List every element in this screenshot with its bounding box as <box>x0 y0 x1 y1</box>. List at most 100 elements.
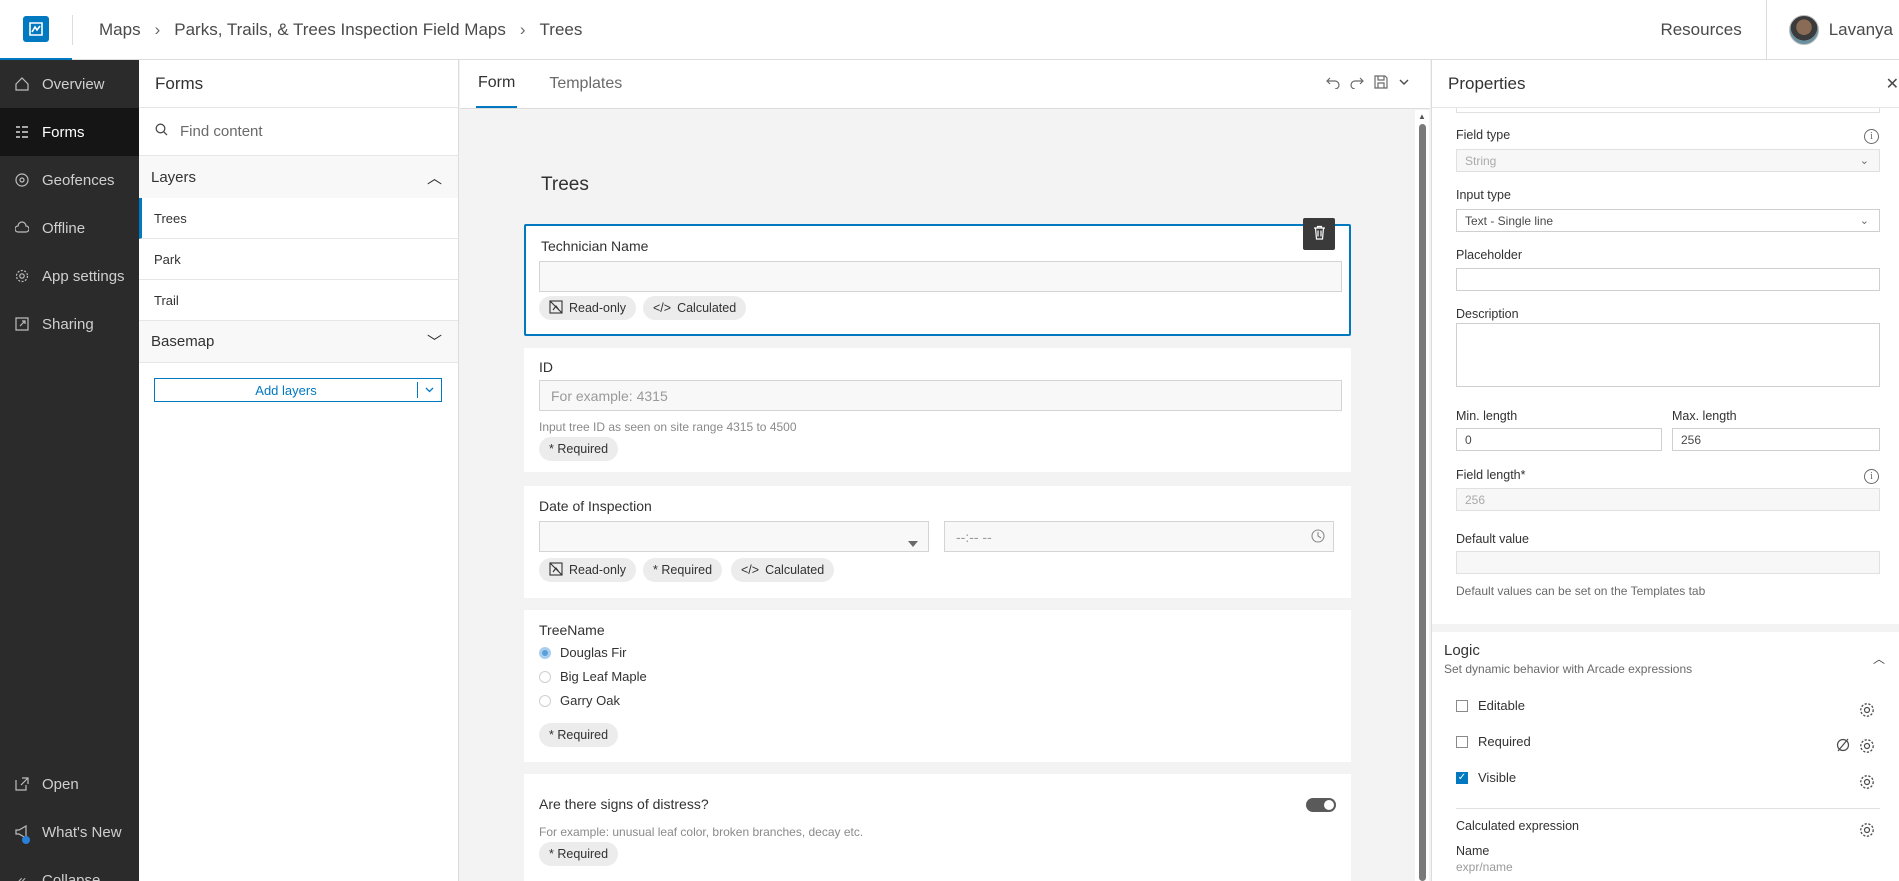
field-label: Date of Inspection <box>539 498 652 514</box>
checkbox-checked[interactable]: ✓ <box>1456 771 1468 784</box>
info-icon[interactable]: i <box>1864 469 1879 484</box>
chevron-down-icon[interactable] <box>1398 75 1410 92</box>
gear-icon[interactable] <box>1859 822 1875 838</box>
breadcrumb-map[interactable]: Parks, Trails, & Trees Inspection Field … <box>174 20 506 40</box>
nav-app-settings[interactable]: App settings <box>0 252 139 300</box>
info-icon[interactable]: i <box>1864 129 1879 144</box>
divider <box>1456 808 1880 809</box>
scrollbar-thumb[interactable] <box>1419 124 1426 881</box>
chevron-down-icon: ﹀ <box>426 334 442 351</box>
logic-visible[interactable]: ✓ Visible <box>1456 770 1516 785</box>
description-textarea[interactable] <box>1456 323 1880 387</box>
undo-icon[interactable] <box>1326 75 1340 92</box>
checkbox[interactable] <box>1456 699 1468 712</box>
chevron-down-icon[interactable] <box>417 382 441 398</box>
previous-input-edge <box>1456 108 1880 113</box>
chip-label: Read-only <box>569 563 626 577</box>
chevron-up-icon[interactable]: ︿ <box>1873 650 1885 667</box>
add-layers-label: Add layers <box>255 382 317 398</box>
date-input[interactable] <box>539 521 929 552</box>
properties-header: Properties ✕ <box>1432 60 1899 108</box>
checkbox[interactable] <box>1456 735 1468 748</box>
id-input[interactable]: For example: 4315 <box>539 380 1342 411</box>
nav-forms[interactable]: Forms <box>0 108 139 156</box>
distress-toggle[interactable] <box>1306 798 1336 812</box>
delete-button[interactable] <box>1303 218 1335 250</box>
find-content-search[interactable]: Find content <box>139 108 458 156</box>
placeholder-input[interactable] <box>1456 268 1880 291</box>
layer-item-park[interactable]: Park <box>139 239 458 280</box>
left-navigation: Overview Forms Geofences Offline App set… <box>0 60 139 881</box>
name-label: Name <box>1456 844 1490 858</box>
search-input[interactable]: Find content <box>180 123 263 140</box>
radio-button[interactable] <box>539 694 551 707</box>
layer-item-trees[interactable]: Trees <box>139 198 458 239</box>
caret-down-icon <box>908 534 918 550</box>
min-length-input[interactable]: 0 <box>1456 428 1662 451</box>
layers-section-header[interactable]: Layers ︿ <box>139 156 458 198</box>
layers-label: Layers <box>151 168 197 186</box>
nav-offline[interactable]: Offline <box>0 204 139 252</box>
code-icon: </> <box>741 563 760 577</box>
scroll-up-arrow-icon[interactable]: ▲ <box>1418 112 1426 121</box>
radio-option[interactable]: Garry Oak <box>539 693 620 708</box>
forms-icon <box>14 124 30 140</box>
field-card-technician-name[interactable]: Technician Name Read-only </> Calculated <box>524 218 1351 336</box>
default-value-input <box>1456 551 1880 574</box>
form-tabs: Form Templates <box>460 60 1430 109</box>
app-logo[interactable] <box>0 0 72 60</box>
chip-label: * Required <box>549 728 609 742</box>
radio-option[interactable]: Big Leaf Maple <box>539 669 647 684</box>
description-label: Description <box>1456 307 1519 321</box>
field-card-date-of-inspection[interactable]: Date of Inspection --:-- -- Read-only * … <box>524 486 1351 598</box>
radio-button[interactable] <box>539 646 551 659</box>
avatar <box>1788 14 1819 45</box>
save-icon[interactable] <box>1374 75 1388 92</box>
tab-templates[interactable]: Templates <box>547 59 624 108</box>
gear-icon[interactable] <box>1859 702 1875 718</box>
gear-icon[interactable] <box>1859 738 1875 754</box>
notification-dot <box>22 836 30 844</box>
technician-name-input[interactable] <box>539 261 1342 292</box>
logic-label: Visible <box>1478 770 1517 785</box>
max-length-input[interactable]: 256 <box>1672 428 1880 451</box>
radio-option[interactable]: Douglas Fir <box>539 645 626 660</box>
max-length-value: 256 <box>1681 432 1702 447</box>
input-type-select[interactable]: Text - Single line ⌄ <box>1456 209 1880 232</box>
user-menu[interactable]: Lavanya <box>1767 14 1899 45</box>
breadcrumb-maps[interactable]: Maps <box>99 20 141 40</box>
basemap-section-header[interactable]: Basemap ﹀ <box>139 321 458 363</box>
nav-label: Collapse <box>42 871 101 881</box>
tab-form[interactable]: Form <box>476 59 518 108</box>
logic-subtitle: Set dynamic behavior with Arcade express… <box>1444 662 1693 676</box>
basemap-label: Basemap <box>151 333 215 350</box>
field-card-treename[interactable]: TreeName Douglas Fir Big Leaf Maple Garr… <box>524 610 1351 762</box>
nav-geofences[interactable]: Geofences <box>0 156 139 204</box>
no-expression-icon[interactable] <box>1835 737 1851 756</box>
field-card-distress[interactable]: Are there signs of distress? For example… <box>524 774 1351 881</box>
nav-label: Sharing <box>42 315 94 333</box>
time-input[interactable]: --:-- -- <box>944 521 1334 552</box>
redo-icon[interactable] <box>1350 75 1364 92</box>
search-icon <box>155 123 168 140</box>
nav-collapse[interactable]: « Collapse <box>0 856 139 881</box>
toolbar <box>1326 75 1410 92</box>
breadcrumb: Maps › Parks, Trails, & Trees Inspection… <box>99 20 582 40</box>
calculated-expression-label: Calculated expression <box>1456 819 1579 833</box>
field-card-id[interactable]: ID For example: 4315 Input tree ID as se… <box>524 348 1351 472</box>
layer-item-trail[interactable]: Trail <box>139 280 458 321</box>
canvas-scrollbar[interactable]: ▲ <box>1415 110 1429 881</box>
nav-whats-new[interactable]: What's New <box>0 808 139 856</box>
nav-open[interactable]: Open <box>0 760 139 808</box>
logic-required[interactable]: Required <box>1456 734 1531 749</box>
add-layers-button[interactable]: Add layers <box>154 378 442 402</box>
nav-overview[interactable]: Overview <box>0 60 139 108</box>
nav-sharing[interactable]: Sharing <box>0 300 139 348</box>
close-icon[interactable]: ✕ <box>1886 74 1899 94</box>
nav-label: Open <box>42 775 79 793</box>
name-value: expr/name <box>1456 860 1513 874</box>
radio-button[interactable] <box>539 670 551 683</box>
logic-editable[interactable]: Editable <box>1456 698 1525 713</box>
gear-icon[interactable] <box>1859 774 1875 790</box>
resources-link[interactable]: Resources <box>1636 0 1767 60</box>
